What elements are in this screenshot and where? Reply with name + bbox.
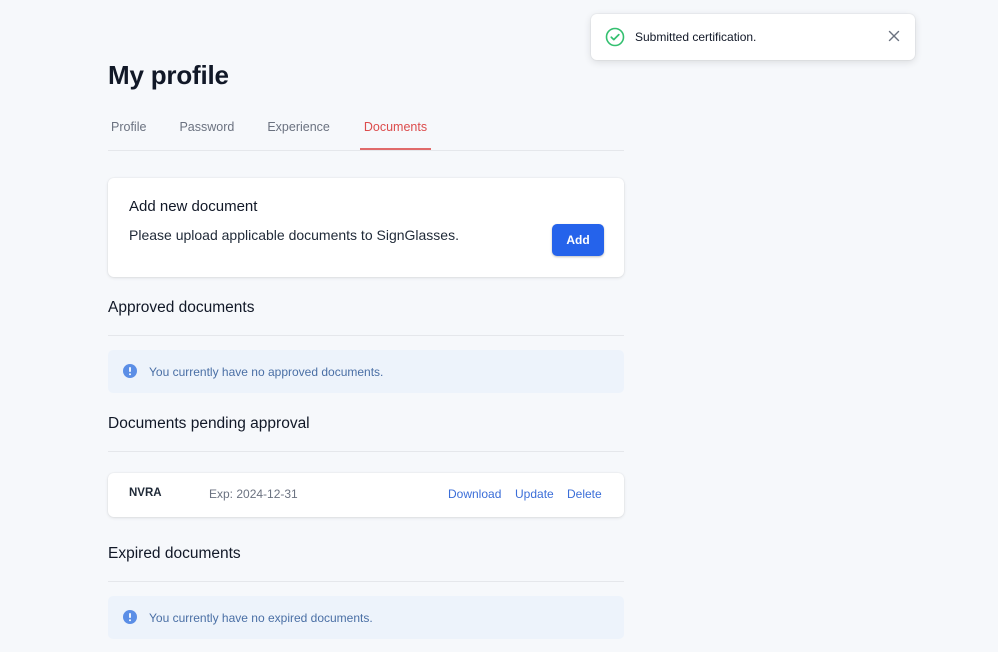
document-row: NVRA Exp: 2024-12-31 Download Update Del… [108, 473, 624, 517]
approved-documents-heading: Approved documents [108, 299, 255, 316]
approved-divider [108, 335, 624, 336]
update-link[interactable]: Update [515, 487, 554, 501]
expired-empty-notice: You currently have no expired documents. [108, 596, 624, 639]
info-icon [123, 364, 137, 378]
tab-documents[interactable]: Documents [359, 112, 432, 150]
add-document-card: Add new document Please upload applicabl… [108, 178, 624, 277]
pending-divider [108, 451, 624, 452]
tab-experience[interactable]: Experience [267, 112, 330, 142]
add-document-button[interactable]: Add [552, 224, 604, 256]
info-icon [123, 610, 137, 624]
check-circle-icon [605, 27, 625, 47]
toast-message: Submitted certification. [635, 30, 757, 44]
document-expiry: Exp: 2024-12-31 [209, 487, 298, 501]
add-document-title: Add new document [129, 198, 258, 215]
add-document-description: Please upload applicable documents to Si… [129, 227, 459, 243]
tab-password[interactable]: Password [179, 112, 234, 142]
close-icon[interactable] [886, 28, 902, 44]
download-link[interactable]: Download [448, 487, 501, 501]
page-title: My profile [108, 60, 229, 90]
tab-profile[interactable]: Profile [111, 112, 146, 142]
approved-empty-notice: You currently have no approved documents… [108, 350, 624, 393]
expired-documents-heading: Expired documents [108, 545, 241, 562]
pending-documents-heading: Documents pending approval [108, 415, 310, 432]
expired-divider [108, 581, 624, 582]
approved-empty-message: You currently have no approved documents… [149, 365, 384, 379]
expired-empty-message: You currently have no expired documents. [149, 611, 373, 625]
document-name: NVRA [129, 487, 162, 499]
success-toast: Submitted certification. [591, 14, 915, 60]
profile-tabs: Profile Password Experience Documents [108, 112, 624, 151]
delete-link[interactable]: Delete [567, 487, 602, 501]
